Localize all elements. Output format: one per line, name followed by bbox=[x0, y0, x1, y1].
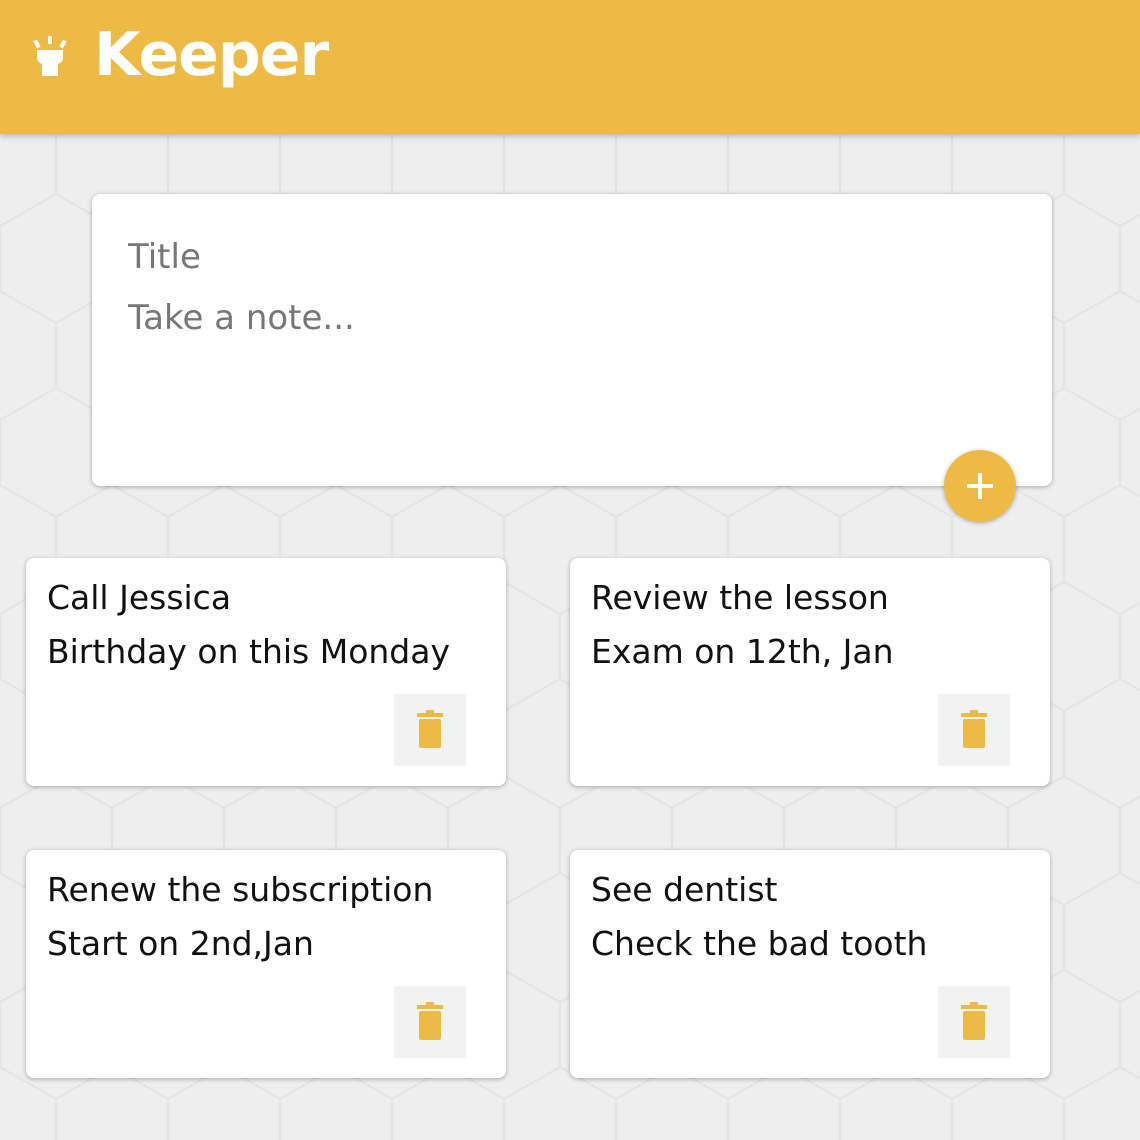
note-card: Review the lesson Exam on 12th, Jan bbox=[570, 558, 1050, 786]
trash-icon bbox=[417, 1002, 443, 1040]
note-title: Review the lesson bbox=[591, 578, 889, 617]
note-title: Call Jessica bbox=[47, 578, 232, 617]
note-content: Exam on 12th, Jan bbox=[591, 632, 894, 671]
delete-note-button[interactable] bbox=[938, 694, 1010, 766]
trash-icon bbox=[417, 710, 443, 748]
trash-icon bbox=[961, 710, 987, 748]
app-header: Keeper bbox=[0, 0, 1140, 134]
create-note-form bbox=[92, 194, 1052, 486]
note-content: Check the bad tooth bbox=[591, 924, 928, 963]
note-content: Birthday on this Monday bbox=[47, 632, 450, 671]
note-card: Call Jessica Birthday on this Monday bbox=[26, 558, 506, 786]
note-card: See dentist Check the bad tooth bbox=[570, 850, 1050, 1078]
note-title: Renew the subscription bbox=[47, 870, 434, 909]
delete-note-button[interactable] bbox=[394, 986, 466, 1058]
lightbulb-icon bbox=[33, 36, 67, 76]
plus-icon bbox=[967, 473, 993, 499]
note-card: Renew the subscription Start on 2nd,Jan bbox=[26, 850, 506, 1078]
note-content-input[interactable] bbox=[128, 298, 1008, 418]
note-content: Start on 2nd,Jan bbox=[47, 924, 314, 963]
add-note-button[interactable] bbox=[944, 450, 1016, 522]
trash-icon bbox=[961, 1002, 987, 1040]
title-input[interactable] bbox=[128, 234, 1008, 280]
delete-note-button[interactable] bbox=[394, 694, 466, 766]
delete-note-button[interactable] bbox=[938, 986, 1010, 1058]
note-title: See dentist bbox=[591, 870, 778, 909]
app-title: Keeper bbox=[94, 20, 329, 90]
